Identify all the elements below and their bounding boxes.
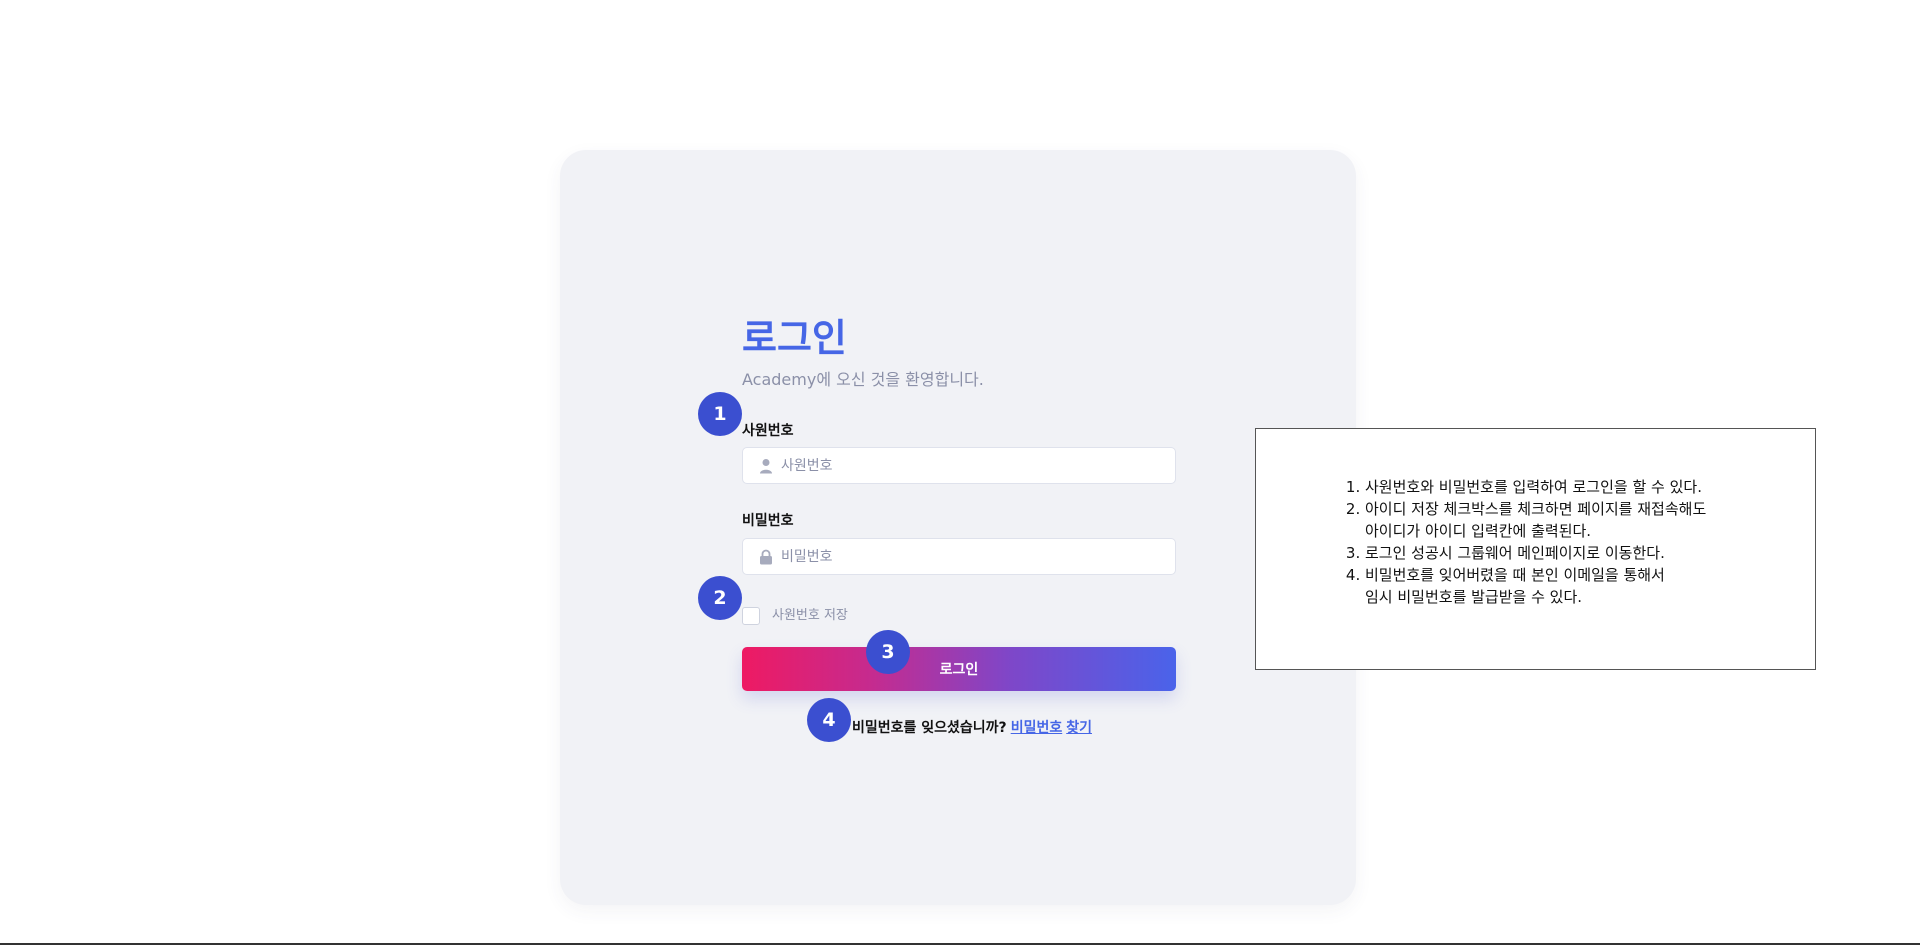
- find-password-link[interactable]: 비밀번호: [1011, 720, 1063, 736]
- annotation-line: 사원번호와 비밀번호를 입력하여 로그인을 할 수 있다.: [1365, 478, 1702, 496]
- step-badge-2: 2: [698, 576, 742, 620]
- step-badge-4: 4: [807, 698, 851, 742]
- annotation-line: 임시 비밀번호를 발급받을 수 있다.: [1365, 588, 1583, 606]
- page-subtitle: Academy에 오신 것을 환영합니다.: [742, 370, 984, 389]
- annotation-line: 아이디가 아이디 입력칸에 출력된다.: [1365, 522, 1592, 540]
- annotation-list: 사원번호와 비밀번호를 입력하여 로그인을 할 수 있다. 아이디 저장 체크박…: [1345, 476, 1805, 608]
- find-link[interactable]: 찾기: [1066, 720, 1092, 736]
- annotation-line: 로그인 성공시 그룹웨어 메인페이지로 이동한다.: [1365, 544, 1665, 562]
- login-card: [560, 150, 1356, 905]
- annotation-item: 비밀번호를 잊어버렸을 때 본인 이메일을 통해서 임시 비밀번호를 발급받을 …: [1365, 564, 1805, 608]
- password-field[interactable]: [742, 538, 1176, 575]
- employee-id-field[interactable]: [742, 447, 1176, 484]
- annotation-item: 사원번호와 비밀번호를 입력하여 로그인을 할 수 있다.: [1365, 476, 1805, 498]
- annotation-item: 로그인 성공시 그룹웨어 메인페이지로 이동한다.: [1365, 542, 1805, 564]
- remember-checkbox[interactable]: [742, 607, 760, 625]
- forgot-password-row: 비밀번호를 잊으셨습니까? 비밀번호 찾기: [852, 718, 1092, 738]
- annotation-line: 아이디 저장 체크박스를 체크하면 페이지를 재접속해도: [1365, 500, 1707, 518]
- user-icon: [759, 458, 773, 474]
- employee-id-input[interactable]: [781, 448, 1161, 483]
- employee-id-label: 사원번호: [742, 423, 794, 439]
- annotation-line: 비밀번호를 잊어버렸을 때 본인 이메일을 통해서: [1365, 566, 1665, 584]
- forgot-password-prompt: 비밀번호를 잊으셨습니까?: [852, 720, 1007, 736]
- step-badge-1: 1: [698, 392, 742, 436]
- password-input[interactable]: [781, 539, 1161, 574]
- annotation-box: 사원번호와 비밀번호를 입력하여 로그인을 할 수 있다. 아이디 저장 체크박…: [1255, 428, 1816, 670]
- page-title: 로그인: [742, 316, 847, 360]
- remember-label: 사원번호 저장: [772, 608, 848, 623]
- login-button[interactable]: 로그인: [742, 647, 1176, 691]
- step-badge-3: 3: [866, 630, 910, 674]
- annotation-item: 아이디 저장 체크박스를 체크하면 페이지를 재접속해도 아이디가 아이디 입력…: [1365, 498, 1805, 542]
- password-label: 비밀번호: [742, 513, 794, 529]
- lock-icon: [759, 549, 773, 565]
